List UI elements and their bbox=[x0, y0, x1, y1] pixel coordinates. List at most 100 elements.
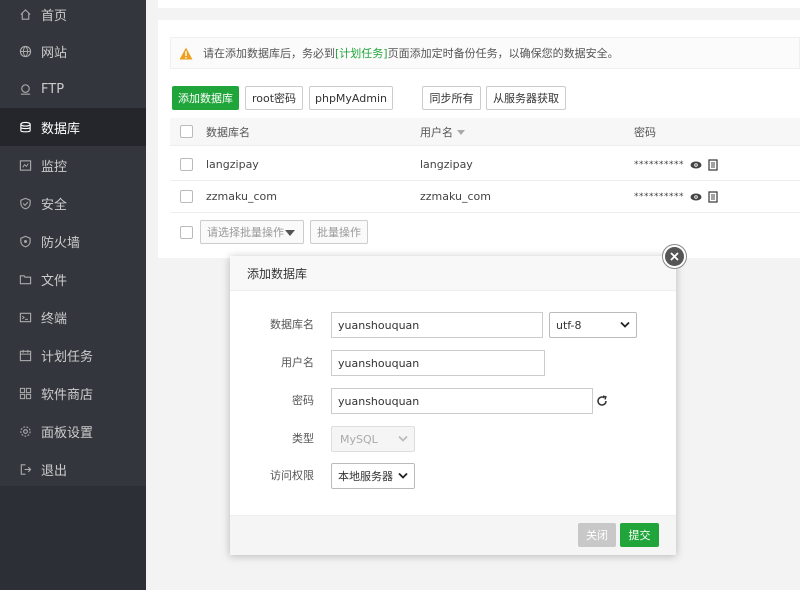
username-input[interactable]: yuanshouquan bbox=[331, 350, 545, 376]
sidebar-item-terminal[interactable]: 终端 bbox=[0, 298, 146, 336]
warning-text-suffix: 页面添加定时备份任务，以确保您的数据安全。 bbox=[387, 47, 619, 60]
sidebar-item-website[interactable]: 网站 bbox=[0, 32, 146, 70]
sidebar-menu: 首页 网站 FTP 数据库 监控 安全 防火墙 文件 终端 计划任务 软件商店 … bbox=[0, 0, 146, 486]
sidebar-item-label: 防火墙 bbox=[41, 235, 81, 251]
batch-action-select[interactable]: 请选择批量操作 bbox=[200, 220, 304, 244]
db-name-label: 数据库名 bbox=[270, 318, 314, 331]
sidebar-item-ftp[interactable]: FTP bbox=[0, 70, 146, 108]
type-row: 类型 MySQL bbox=[230, 426, 676, 452]
select-all-checkbox[interactable] bbox=[180, 125, 193, 138]
sidebar-item-logout[interactable]: 退出 bbox=[0, 450, 146, 488]
db-name-row: 数据库名 yuanshouquan utf-8 bbox=[230, 312, 676, 338]
sidebar-item-security[interactable]: 安全 bbox=[0, 184, 146, 222]
batch-checkbox[interactable] bbox=[180, 226, 193, 239]
sidebar-item-database[interactable]: 数据库 bbox=[0, 108, 146, 146]
dialog-footer: 关闭 提交 bbox=[230, 515, 676, 555]
root-password-button[interactable]: root密码 bbox=[245, 86, 303, 110]
type-select: MySQL bbox=[331, 426, 415, 452]
fetch-from-server-button[interactable]: 从服务器获取 bbox=[486, 86, 566, 110]
sidebar-item-label: 文件 bbox=[41, 273, 68, 289]
folder-icon bbox=[18, 272, 32, 286]
add-database-dialog: 添加数据库 数据库名 yuanshouquan utf-8 用户名 yuansh… bbox=[230, 244, 687, 555]
password-label: 密码 bbox=[292, 394, 314, 407]
header-password: 密码 bbox=[634, 125, 656, 139]
close-icon bbox=[665, 247, 684, 266]
db-name-input[interactable]: yuanshouquan bbox=[331, 312, 543, 338]
backup-warning: 请在添加数据库后，务必到 [计划任务] 页面添加定时备份任务，以确保您的数据安全… bbox=[170, 37, 800, 69]
password-cell: ********** bbox=[634, 158, 718, 171]
terminal-icon bbox=[18, 310, 32, 324]
sidebar-item-label: 安全 bbox=[41, 197, 68, 213]
sidebar-item-label: 退出 bbox=[41, 463, 68, 479]
access-select[interactable]: 本地服务器 bbox=[331, 463, 415, 489]
logout-icon bbox=[18, 462, 32, 476]
sidebar-item-label: 计划任务 bbox=[41, 349, 94, 365]
sidebar-item-label: 监控 bbox=[41, 159, 68, 175]
row-checkbox[interactable] bbox=[180, 158, 193, 171]
db-name-cell: langzipay bbox=[206, 158, 259, 171]
calendar-icon bbox=[18, 348, 32, 362]
monitor-icon bbox=[18, 158, 32, 172]
sidebar-item-settings[interactable]: 面板设置 bbox=[0, 412, 146, 450]
password-cell: ********** bbox=[634, 190, 718, 203]
chevron-down-icon bbox=[620, 321, 630, 328]
username-row: 用户名 yuanshouquan bbox=[230, 350, 676, 376]
username-cell: langzipay bbox=[420, 158, 473, 171]
dialog-title: 添加数据库 bbox=[230, 256, 676, 291]
copy-icon[interactable] bbox=[708, 190, 718, 203]
header-db-name[interactable]: 数据库名 bbox=[206, 124, 250, 140]
sidebar-item-firewall[interactable]: 防火墙 bbox=[0, 222, 146, 260]
batch-bar: 请选择批量操作 批量操作 bbox=[170, 220, 570, 244]
table-row: zzmaku_com zzmaku_com ********** bbox=[170, 181, 800, 213]
sidebar-item-label: 首页 bbox=[41, 8, 68, 24]
access-row: 访问权限 本地服务器 bbox=[230, 463, 676, 489]
charset-select[interactable]: utf-8 bbox=[549, 312, 637, 338]
header-username[interactable]: 用户名 bbox=[420, 124, 465, 140]
sidebar-item-label: 网站 bbox=[41, 45, 68, 61]
row-checkbox[interactable] bbox=[180, 190, 193, 203]
sync-all-button[interactable]: 同步所有 bbox=[422, 86, 481, 110]
sidebar-item-label: 软件商店 bbox=[41, 387, 94, 403]
ftp-icon bbox=[18, 82, 32, 96]
submit-button[interactable]: 提交 bbox=[620, 523, 659, 547]
cron-link[interactable]: [计划任务] bbox=[335, 45, 388, 61]
add-database-button[interactable]: 添加数据库 bbox=[172, 86, 239, 110]
batch-action-button[interactable]: 批量操作 bbox=[310, 220, 368, 244]
sort-down-icon bbox=[456, 129, 465, 135]
password-input[interactable]: yuanshouquan bbox=[331, 388, 593, 414]
apps-icon bbox=[18, 386, 32, 400]
username-label: 用户名 bbox=[281, 356, 314, 369]
chevron-down-icon bbox=[398, 435, 408, 442]
shield-icon bbox=[18, 196, 32, 210]
sidebar-item-monitor[interactable]: 监控 bbox=[0, 146, 146, 184]
sidebar-item-label: 数据库 bbox=[41, 121, 81, 137]
database-panel: 请在添加数据库后，务必到 [计划任务] 页面添加定时备份任务，以确保您的数据安全… bbox=[158, 20, 800, 258]
sidebar-item-label: 面板设置 bbox=[41, 425, 94, 441]
copy-icon[interactable] bbox=[708, 158, 718, 171]
eye-icon[interactable] bbox=[690, 192, 702, 202]
sidebar-item-label: FTP bbox=[41, 81, 65, 97]
sidebar-item-home[interactable]: 首页 bbox=[0, 0, 146, 33]
gear-icon bbox=[18, 424, 32, 438]
type-label: 类型 bbox=[292, 432, 314, 445]
username-cell: zzmaku_com bbox=[420, 190, 492, 203]
sidebar-item-store[interactable]: 软件商店 bbox=[0, 374, 146, 412]
database-icon bbox=[18, 120, 32, 134]
password-row: 密码 yuanshouquan bbox=[230, 388, 676, 414]
chevron-down-icon bbox=[398, 472, 408, 479]
eye-icon[interactable] bbox=[690, 160, 702, 170]
sidebar-item-label: 终端 bbox=[41, 311, 68, 327]
warning-text-prefix: 请在添加数据库后，务必到 bbox=[203, 47, 335, 60]
sidebar: 首页 网站 FTP 数据库 监控 安全 防火墙 文件 终端 计划任务 软件商店 … bbox=[0, 0, 146, 590]
sidebar-item-cron[interactable]: 计划任务 bbox=[0, 336, 146, 374]
dialog-close-button[interactable] bbox=[662, 244, 687, 269]
refresh-icon[interactable] bbox=[596, 395, 608, 407]
globe-icon bbox=[18, 44, 32, 58]
home-icon bbox=[18, 7, 32, 21]
phpmyadmin-button[interactable]: phpMyAdmin bbox=[309, 86, 393, 110]
access-label: 访问权限 bbox=[270, 469, 314, 482]
top-panel bbox=[158, 0, 800, 8]
sidebar-item-files[interactable]: 文件 bbox=[0, 260, 146, 298]
close-button[interactable]: 关闭 bbox=[578, 523, 616, 547]
table-row: langzipay langzipay ********** bbox=[170, 149, 800, 181]
